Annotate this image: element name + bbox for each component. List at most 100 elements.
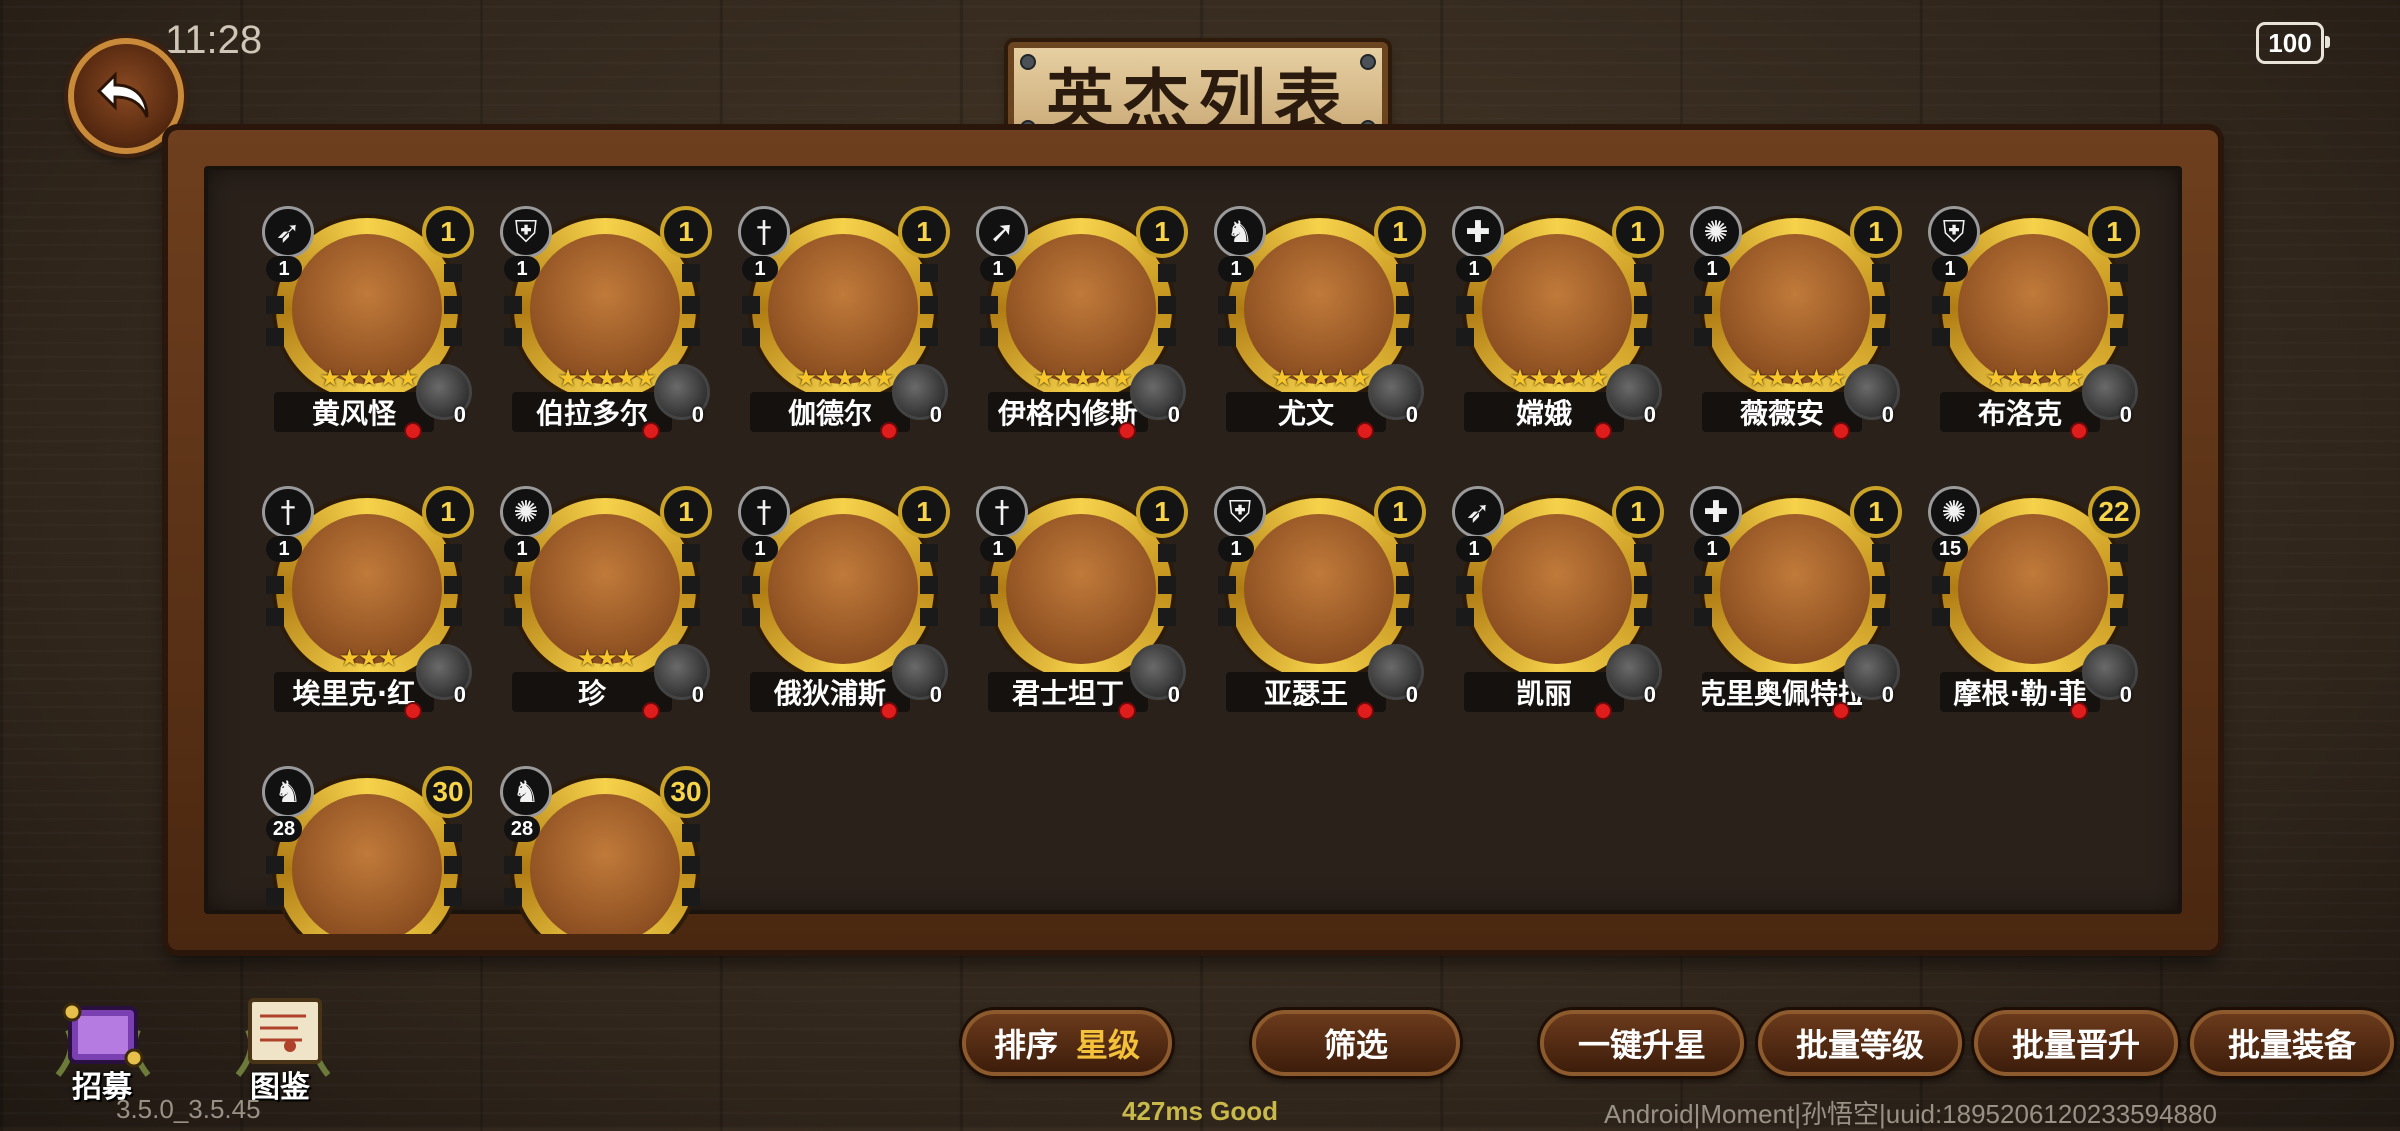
hero-card[interactable]: ⛨ 1 1 ★★★★★ 伯拉多尔 0 xyxy=(500,204,712,440)
hero-level: 1 xyxy=(1218,536,1254,562)
version-text: 3.5.0_3.5.45 xyxy=(116,1094,261,1124)
hero-level: 1 xyxy=(1456,256,1492,282)
hero-level: 1 xyxy=(1456,536,1492,562)
hero-card[interactable]: ✺ 1 1 ★★★ 珍 0 xyxy=(500,484,712,720)
sword-icon: † xyxy=(738,486,790,538)
equipment-count: 0 xyxy=(2119,402,2132,427)
hero-portrait xyxy=(1720,514,1870,664)
notification-dot xyxy=(642,702,660,720)
notification-dot xyxy=(2070,702,2088,720)
shield-icon: ⛨ xyxy=(1928,206,1980,258)
rune-slots xyxy=(1456,296,1474,352)
hero-portrait xyxy=(530,794,680,934)
hero-card[interactable]: ✚ 1 1 ★★★★★ 嫦娥 0 xyxy=(1452,204,1664,440)
hero-card[interactable]: † 1 1 君士坦丁 0 xyxy=(976,484,1188,720)
hero-card[interactable]: ✺ 15 22 摩根·勒·菲 0 xyxy=(1928,484,2140,720)
skill-slots xyxy=(1634,544,1652,626)
horse-icon: ♞ xyxy=(1214,206,1266,258)
back-arrow-icon xyxy=(96,71,149,118)
hero-level: 1 xyxy=(504,256,540,282)
notification-dot xyxy=(2070,422,2088,440)
flame-icon: ✺ xyxy=(1690,206,1742,258)
hero-card[interactable]: ♞ 28 30 xyxy=(262,764,472,934)
hero-level: 1 xyxy=(742,536,778,562)
hero-level: 1 xyxy=(1694,256,1730,282)
notification-dot xyxy=(1356,702,1374,720)
hero-grade: 1 xyxy=(1612,206,1664,258)
notification-dot xyxy=(880,422,898,440)
rune-slots xyxy=(266,856,284,912)
hero-portrait xyxy=(1958,234,2108,384)
batch-level-button[interactable]: 批量等级 xyxy=(1758,1010,1962,1076)
rune-slots xyxy=(1218,296,1236,352)
rune-slots xyxy=(980,296,998,352)
sort-label: 排序 xyxy=(993,1026,1058,1064)
hero-card[interactable]: † 1 1 俄狄浦斯 0 xyxy=(738,484,950,720)
rune-slots xyxy=(504,296,522,352)
notification-dot xyxy=(404,702,422,720)
rune-slots xyxy=(1932,296,1950,352)
hero-portrait xyxy=(292,514,442,664)
hero-card[interactable]: ➶ 1 1 凯丽 0 xyxy=(1452,484,1664,720)
hero-card[interactable]: ✚ 1 1 克里奥佩特拉 0 xyxy=(1690,484,1902,720)
equipment-count: 0 xyxy=(1167,402,1180,427)
skill-slots xyxy=(1158,264,1176,346)
hero-level: 1 xyxy=(1218,256,1254,282)
skill-slots xyxy=(1396,544,1414,626)
skill-slots xyxy=(444,544,462,626)
notification-dot xyxy=(1594,422,1612,440)
equipment-count: 0 xyxy=(1881,682,1894,707)
hero-portrait xyxy=(1006,514,1156,664)
hero-level: 1 xyxy=(1694,536,1730,562)
hero-grade: 1 xyxy=(1374,486,1426,538)
sort-button[interactable]: 排序 星级 xyxy=(962,1010,1172,1076)
one-click-star-button[interactable]: 一键升星 xyxy=(1540,1010,1744,1076)
hero-card[interactable]: ✺ 1 1 ★★★★★ 薇薇安 0 xyxy=(1690,204,1902,440)
hero-grade: 1 xyxy=(1612,486,1664,538)
rune-slots xyxy=(1456,576,1474,632)
hero-card[interactable]: ⛨ 1 1 ★★★★★ 布洛克 0 xyxy=(1928,204,2140,440)
hero-level: 1 xyxy=(1932,256,1968,282)
hero-grid: ➶ 1 1 ★★★★★ 黄风怪 0 ⛨ 1 1 ★★★★★ 伯拉多尔 0 † 1 1 ★★★★★ 伽德尔 0 ➚ 1 1… xyxy=(204,166,2182,934)
hero-grade: 30 xyxy=(422,766,472,818)
rune-slots xyxy=(1932,576,1950,632)
hero-portrait xyxy=(292,794,442,934)
skill-slots xyxy=(682,544,700,626)
hero-portrait xyxy=(768,234,918,384)
notification-dot xyxy=(642,422,660,440)
notification-dot xyxy=(1356,422,1374,440)
hero-card[interactable]: ♞ 28 30 xyxy=(500,764,710,934)
batch-equip-button[interactable]: 批量装备 xyxy=(2190,1010,2394,1076)
hero-level: 1 xyxy=(266,256,302,282)
hero-card[interactable]: † 1 1 ★★★★★ 伽德尔 0 xyxy=(738,204,950,440)
skill-slots xyxy=(1872,264,1890,346)
equipment-count: 0 xyxy=(1881,402,1894,427)
hero-card[interactable]: ➚ 1 1 ★★★★★ 伊格内修斯 0 xyxy=(976,204,1188,440)
hero-card[interactable]: ♞ 1 1 ★★★★★ 尤文 0 xyxy=(1214,204,1426,440)
skill-slots xyxy=(2110,264,2128,346)
rune-slots xyxy=(1218,576,1236,632)
hero-grade: 1 xyxy=(2088,206,2140,258)
hero-grade: 1 xyxy=(1850,486,1902,538)
equipment-count: 0 xyxy=(691,402,704,427)
hero-level: 1 xyxy=(742,256,778,282)
cross-icon: ✚ xyxy=(1452,206,1504,258)
hero-card[interactable]: ⛨ 1 1 亚瑟王 0 xyxy=(1214,484,1426,720)
back-button[interactable] xyxy=(68,38,184,154)
hero-grade: 1 xyxy=(422,206,474,258)
equipment-count: 0 xyxy=(453,682,466,707)
hero-card[interactable]: ➶ 1 1 ★★★★★ 黄风怪 0 xyxy=(262,204,474,440)
battery-indicator: 100 xyxy=(2256,22,2330,64)
skill-slots xyxy=(1158,544,1176,626)
horse-icon: ♞ xyxy=(500,766,552,818)
filter-button[interactable]: 筛选 xyxy=(1252,1010,1460,1076)
hero-grade: 1 xyxy=(422,486,474,538)
notification-dot xyxy=(880,702,898,720)
equipment-count: 0 xyxy=(929,402,942,427)
batch-promote-button[interactable]: 批量晋升 xyxy=(1974,1010,2178,1076)
hero-card[interactable]: † 1 1 ★★★ 埃里克·红 0 xyxy=(262,484,474,720)
skill-slots xyxy=(682,824,700,906)
skill-slots xyxy=(682,264,700,346)
skill-slots xyxy=(444,824,462,906)
sort-value: 星级 xyxy=(1076,1026,1141,1064)
